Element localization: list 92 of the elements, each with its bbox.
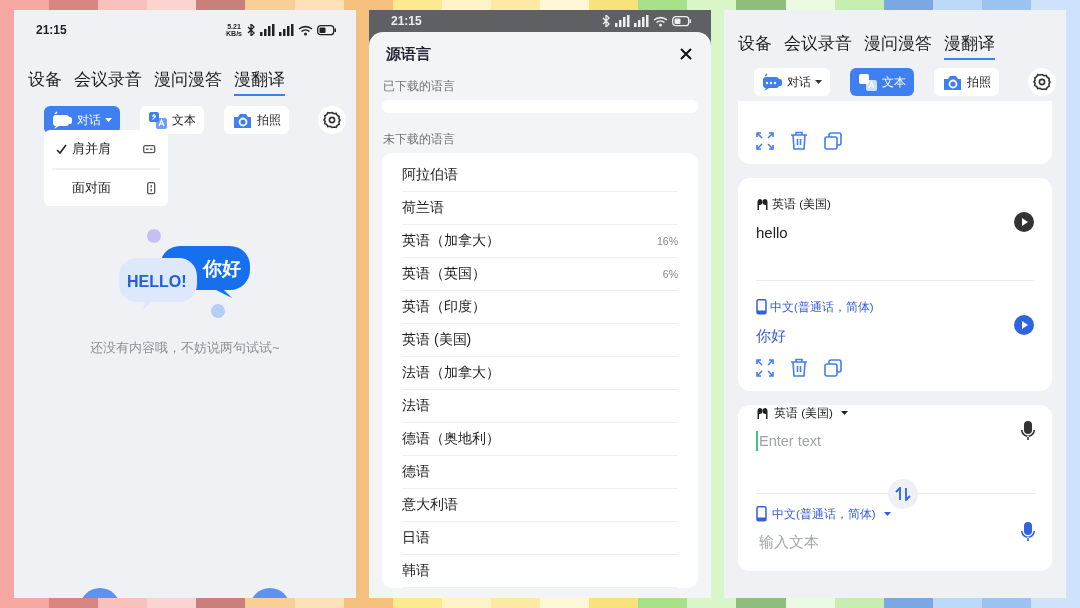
language-label: 中文(普通话，简体) xyxy=(770,299,874,315)
delete-button[interactable] xyxy=(790,358,808,377)
tab[interactable]: 漫问漫答 xyxy=(864,32,932,60)
wifi-icon xyxy=(653,15,668,27)
tab[interactable]: 会议录音 xyxy=(74,68,142,96)
wifi-icon xyxy=(298,24,313,36)
percent-label: 6% xyxy=(662,268,678,280)
copy-button[interactable] xyxy=(824,131,842,150)
mode-button[interactable]: 文本 xyxy=(850,68,914,96)
illustration-text: HELLO! xyxy=(127,273,187,290)
illustration-text: 你好 xyxy=(203,258,241,279)
settings-button[interactable] xyxy=(318,106,346,134)
language-item[interactable]: 意大利语 xyxy=(402,496,458,514)
input-field[interactable]: 输入文本 xyxy=(756,532,956,552)
fullscreen-button[interactable] xyxy=(756,131,774,150)
bluetooth-icon xyxy=(601,15,611,27)
swap-button[interactable] xyxy=(888,479,918,509)
microphone-icon xyxy=(1020,421,1036,440)
tab[interactable]: 漫问漫答 xyxy=(154,68,222,96)
earbuds-icon xyxy=(756,198,769,210)
caret-icon xyxy=(840,411,848,415)
tab[interactable]: 设备 xyxy=(28,68,62,96)
trash-icon xyxy=(790,131,808,150)
settings-button[interactable] xyxy=(1028,68,1056,96)
input-field[interactable]: Enter text xyxy=(756,431,956,451)
tab[interactable]: 漫翻译 xyxy=(234,68,285,96)
language-item[interactable]: 法语 xyxy=(402,397,430,415)
battery-icon xyxy=(317,24,336,36)
microphone-icon xyxy=(1020,522,1036,541)
battery-icon xyxy=(672,15,691,27)
translation-text: hello xyxy=(756,224,789,241)
copy-icon xyxy=(824,358,842,377)
mode-button[interactable]: 拍照 xyxy=(224,106,289,134)
phone-icon xyxy=(756,506,767,522)
percent-label: 16% xyxy=(657,235,678,247)
expand-icon xyxy=(756,131,774,150)
side-by-side-icon xyxy=(143,144,156,154)
signal-icon xyxy=(615,15,630,27)
mode-button[interactable]: 拍照 xyxy=(934,68,999,96)
phone-icon xyxy=(756,299,767,315)
language-item[interactable]: 英语 (美国) xyxy=(402,331,472,349)
signal-icon xyxy=(260,24,275,36)
language-item[interactable]: 英语（加拿大） xyxy=(402,232,500,250)
settings-icon xyxy=(1033,73,1051,91)
face-to-face-icon xyxy=(147,181,156,195)
language-item[interactable]: 英语（印度） xyxy=(402,298,486,316)
chat-bubbles-icon xyxy=(762,73,783,91)
settings-icon xyxy=(323,111,341,129)
play-icon xyxy=(1014,212,1034,232)
language-item[interactable]: 荷兰语 xyxy=(402,199,444,217)
microphone-button[interactable] xyxy=(1020,421,1036,440)
expand-icon xyxy=(756,358,774,377)
language-item[interactable]: 英语（英国） xyxy=(402,265,486,283)
language-label: 英语 (美国) xyxy=(772,196,831,212)
tab[interactable]: 漫翻译 xyxy=(944,32,995,60)
play-icon xyxy=(1014,315,1034,335)
language-item[interactable]: 阿拉伯语 xyxy=(402,166,458,184)
earbuds-icon xyxy=(756,407,769,419)
status-time: 21:15 xyxy=(391,14,422,28)
checkmark-icon xyxy=(56,144,67,154)
translation-text: 你好 xyxy=(756,327,787,346)
language-item[interactable]: 德语（奥地利） xyxy=(402,430,500,448)
section-label: 未下载的语言 xyxy=(383,132,456,147)
swap-icon xyxy=(895,487,911,501)
copy-button[interactable] xyxy=(824,358,842,377)
language-selector[interactable]: 英语 (美国) xyxy=(772,405,848,421)
close-icon xyxy=(680,48,692,60)
mode-button[interactable]: 对话 xyxy=(754,68,830,96)
fullscreen-button[interactable] xyxy=(756,358,774,377)
sheet-title: 源语言 xyxy=(386,44,431,64)
language-item[interactable]: 法语（加拿大） xyxy=(402,364,500,382)
bluetooth-icon xyxy=(246,24,256,36)
copy-icon xyxy=(824,131,842,150)
signal-icon xyxy=(279,24,294,36)
language-item[interactable]: 韩语 xyxy=(402,562,430,580)
close-button[interactable] xyxy=(678,46,694,62)
tab[interactable]: 会议录音 xyxy=(784,32,852,60)
menu-item[interactable]: 面对面 xyxy=(52,168,160,206)
trash-icon xyxy=(790,358,808,377)
status-time: 21:15 xyxy=(36,23,67,37)
language-item[interactable]: 日语 xyxy=(402,529,430,547)
signal-icon xyxy=(634,15,649,27)
language-selector[interactable]: 中文(普通话，简体) xyxy=(770,506,891,522)
play-button[interactable] xyxy=(1014,212,1034,232)
mode-button[interactable]: 文本 xyxy=(140,106,204,134)
tab[interactable]: 设备 xyxy=(738,32,772,60)
language-item[interactable]: 德语 xyxy=(402,463,430,481)
caret-icon xyxy=(883,512,891,516)
empty-message: 还没有内容哦，不妨说两句试试~ xyxy=(90,340,280,357)
translate-icon xyxy=(858,72,878,92)
delete-button[interactable] xyxy=(790,131,808,150)
section-label: 已下载的语言 xyxy=(383,79,456,94)
